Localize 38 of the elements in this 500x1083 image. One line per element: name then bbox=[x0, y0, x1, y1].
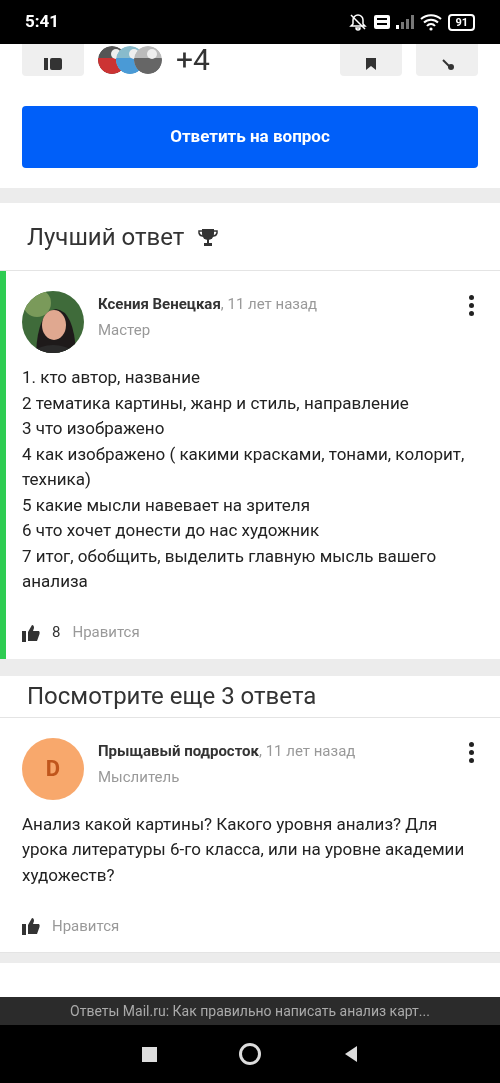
avatar-initial: D bbox=[45, 755, 61, 783]
home-button[interactable] bbox=[238, 1043, 261, 1065]
author-rank: Мыслитель bbox=[98, 766, 181, 788]
section-title: Лучший ответ bbox=[27, 221, 185, 253]
clock-time: 5:41 bbox=[25, 10, 60, 34]
bookmark-button[interactable] bbox=[340, 44, 402, 76]
trophy-icon bbox=[198, 226, 219, 247]
share-button[interactable] bbox=[416, 44, 478, 76]
answer-time: , 11 лет назад bbox=[220, 295, 318, 313]
answer-text: 6 что хочет донести до нас художник bbox=[22, 519, 321, 542]
volte-icon bbox=[374, 15, 391, 29]
like-button[interactable]: Нравится bbox=[52, 914, 120, 938]
author-name[interactable]: Ксения Венецкая bbox=[98, 295, 221, 313]
others-count: +4 bbox=[176, 45, 210, 75]
answer-button[interactable]: Ответить на вопрос bbox=[22, 106, 478, 168]
like-button[interactable]: Нравится bbox=[72, 621, 140, 644]
answer-text: 2 тематика картины, жанр и стиль, направление bbox=[22, 391, 410, 415]
like-count: 8 bbox=[52, 622, 61, 644]
section-title: Посмотрите еще 3 ответа bbox=[27, 681, 317, 712]
signal-icon bbox=[396, 15, 415, 29]
thumbs-up-icon bbox=[22, 917, 40, 935]
page-caption: Ответы Mail.ru: Как правильно написать анализ карт... bbox=[70, 1001, 430, 1021]
wifi-icon bbox=[420, 13, 443, 31]
thumbs-up-icon bbox=[22, 623, 40, 642]
answer-text: 7 итог, обобщить, выделить главную мысль вашего анализа bbox=[22, 544, 438, 593]
author-rank: Мастер bbox=[98, 320, 152, 341]
battery-level: 91 bbox=[448, 13, 475, 31]
author-name[interactable]: Прыщавый подросток bbox=[98, 741, 259, 760]
recents-button[interactable] bbox=[141, 1046, 157, 1062]
like-button[interactable] bbox=[22, 44, 84, 76]
answer-text: 3 что изображено bbox=[22, 417, 166, 440]
answer-text: 5 какие мысли навевает на зрителя bbox=[22, 493, 311, 517]
answer-time: , 11 лет назад bbox=[259, 741, 356, 760]
bell-off-icon bbox=[348, 12, 369, 32]
answer-text: 4 как изображено ( какими красками, тонами, колорит, техника) bbox=[22, 442, 466, 491]
bookmark-icon bbox=[365, 58, 377, 70]
answer-text: Анализ какой картины? Какого уровня анализ? Для урока литературы 6-го класса, или на уровне академии художеств? bbox=[22, 812, 466, 887]
answer-text: 1. кто автор, название bbox=[22, 366, 201, 389]
